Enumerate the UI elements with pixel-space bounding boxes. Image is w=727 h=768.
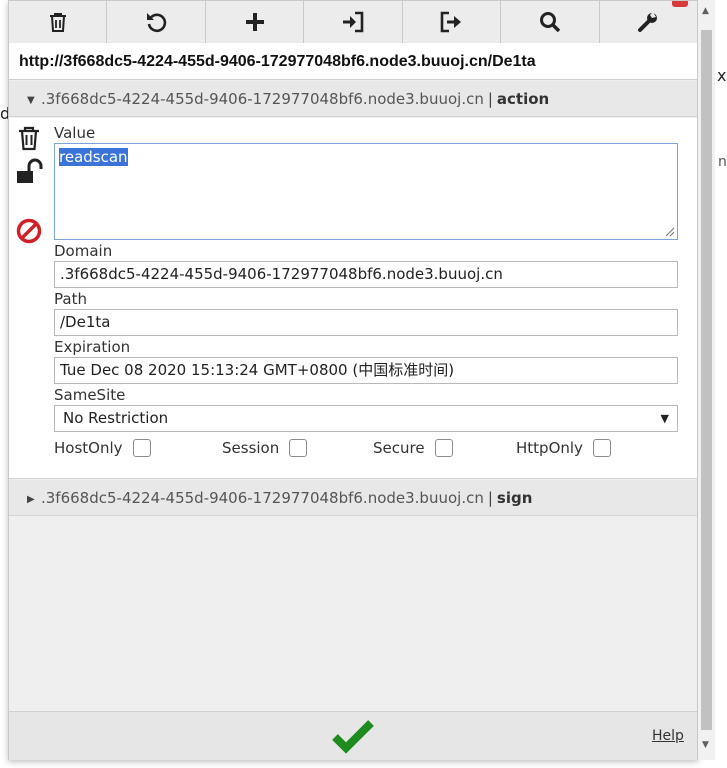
cookie-name: action [496, 90, 550, 108]
path-input[interactable]: /De1ta [54, 309, 678, 336]
save-button[interactable] [331, 718, 375, 754]
secure-flag: Secure [373, 439, 453, 457]
secure-checkbox[interactable] [434, 439, 453, 457]
current-url: http://3f668dc5-4224-455d-9406-172977048… [9, 43, 697, 80]
toolbar [9, 1, 697, 44]
checkmark-icon [332, 720, 374, 754]
expiration-input[interactable]: Tue Dec 08 2020 15:13:24 GMT+0800 (中国标准时… [54, 357, 678, 384]
scroll-up-icon[interactable]: ▲ [702, 6, 709, 16]
export-button[interactable] [403, 1, 502, 43]
unlock-icon [17, 158, 43, 183]
protect-cookie-button[interactable] [15, 158, 43, 186]
cookie-item-action-header[interactable]: ▼ .3f668dc5-4224-455d-9406-172977048bf6.n… [9, 81, 697, 117]
trash-icon [49, 13, 66, 32]
trash-icon [19, 126, 39, 151]
scroll-down-icon[interactable]: ▼ [702, 740, 709, 750]
delete-cookie-button[interactable] [15, 124, 43, 152]
hostonly-flag: HostOnly [54, 439, 151, 457]
search-icon [539, 12, 561, 33]
value-input[interactable]: readscan [54, 143, 678, 240]
session-label: Session [222, 439, 280, 457]
samesite-select[interactable]: No Restriction ▼ [54, 405, 678, 432]
dropdown-arrow-icon: ▼ [660, 412, 669, 425]
background-page-text: x [717, 66, 727, 85]
httponly-checkbox[interactable] [592, 439, 611, 457]
session-flag: Session [222, 439, 308, 457]
reset-button[interactable] [107, 1, 206, 43]
help-link[interactable]: Help [652, 728, 684, 744]
block-icon [16, 218, 42, 244]
cookie-editor-popup: http://3f668dc5-4224-455d-9406-172977048… [8, 0, 698, 760]
separator: | [487, 90, 493, 108]
chevron-right-icon: ▶ [27, 494, 35, 505]
search-button[interactable] [501, 1, 600, 43]
background-page-text: n/ [718, 154, 727, 170]
delete-all-button[interactable] [9, 1, 108, 43]
domain-input[interactable]: .3f668dc5-4224-455d-9406-172977048bf6.no… [54, 261, 678, 288]
cookie-editor-form: Value readscan Domain .3f668dc5-4224-455… [9, 118, 697, 479]
path-label: Path [54, 290, 87, 308]
cookie-name: sign [496, 489, 533, 507]
httponly-flag: HttpOnly [516, 439, 611, 457]
import-button[interactable] [304, 1, 403, 43]
hostonly-label: HostOnly [54, 439, 123, 457]
block-cookie-button[interactable] [15, 217, 43, 245]
add-cookie-button[interactable] [206, 1, 305, 43]
resize-grip-icon[interactable] [665, 227, 675, 237]
samesite-value: No Restriction [63, 409, 169, 427]
hostonly-checkbox[interactable] [132, 439, 151, 457]
httponly-label: HttpOnly [516, 439, 583, 457]
session-checkbox[interactable] [289, 439, 308, 457]
value-label: Value [54, 124, 96, 142]
domain-label: Domain [54, 242, 113, 260]
separator: | [487, 489, 493, 507]
cookie-domain: .3f668dc5-4224-455d-9406-172977048bf6.no… [41, 489, 484, 507]
options-button[interactable] [600, 1, 697, 43]
chevron-down-icon: ▼ [27, 95, 35, 106]
cookie-domain: .3f668dc5-4224-455d-9406-172977048bf6.no… [41, 90, 484, 108]
import-icon [342, 11, 364, 33]
plus-icon [245, 13, 264, 31]
wrench-icon [638, 12, 658, 32]
samesite-label: SameSite [54, 386, 126, 404]
undo-icon [147, 13, 167, 33]
scrollbar[interactable]: ▲ ▼ [698, 0, 715, 760]
expiration-label: Expiration [54, 338, 131, 356]
footer-bar: Help [9, 711, 697, 760]
cookie-item-sign-header[interactable]: ▶ .3f668dc5-4224-455d-9406-172977048bf6.n… [9, 480, 697, 516]
export-icon [441, 11, 462, 33]
notification-badge [672, 1, 688, 7]
secure-label: Secure [373, 439, 425, 457]
value-text: readscan [59, 148, 128, 166]
scroll-thumb[interactable] [701, 30, 712, 730]
